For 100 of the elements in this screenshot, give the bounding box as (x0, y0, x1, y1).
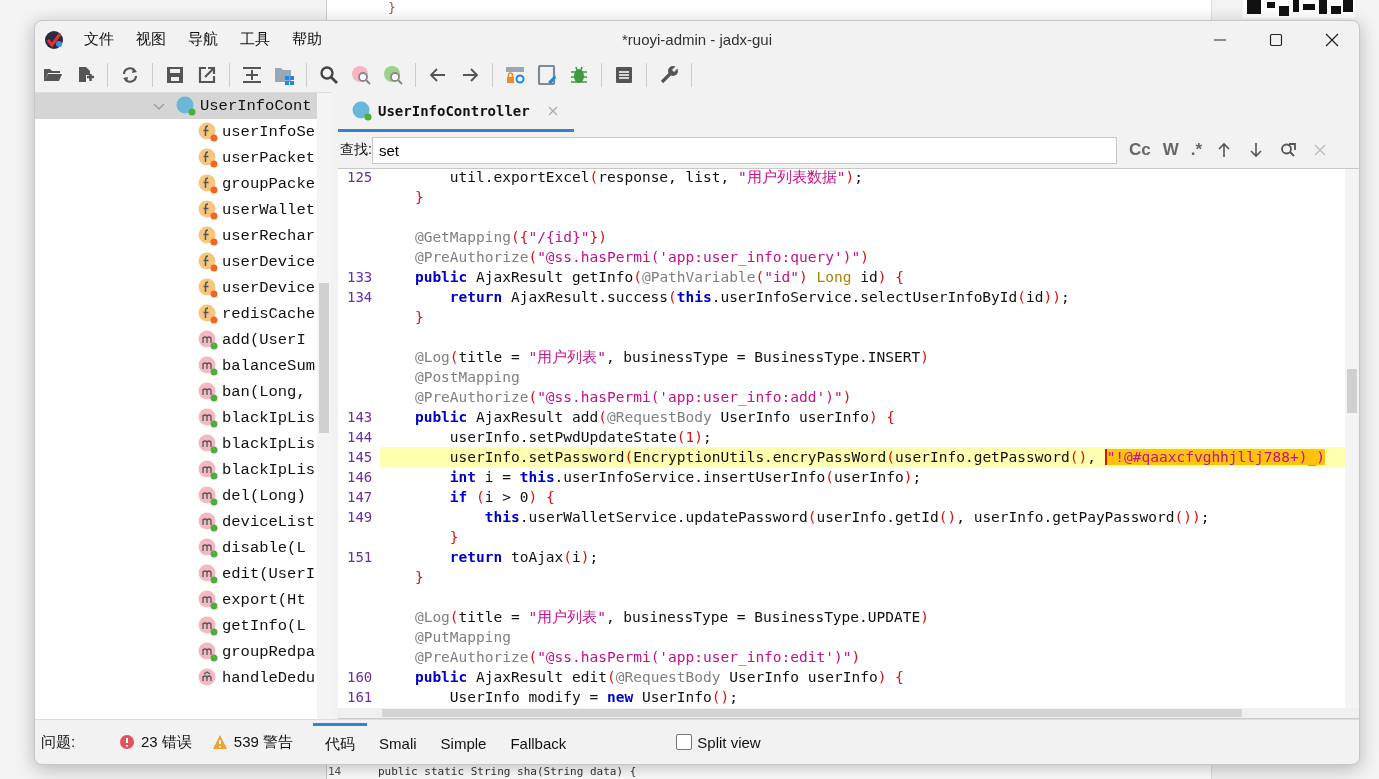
bracket: ()) (1174, 509, 1201, 525)
tree-item[interactable]: balanceSum (35, 353, 317, 379)
checkbox[interactable] (676, 734, 693, 750)
search-usage-icon[interactable] (383, 65, 403, 85)
field-icon (198, 148, 218, 168)
warning-text: 539 警告 (233, 732, 294, 752)
menu-item[interactable]: 导航 (188, 30, 218, 49)
log-icon[interactable] (614, 65, 634, 85)
tree-item[interactable]: blackIpLis (35, 457, 317, 483)
checkbox-label: Split view (697, 733, 761, 751)
bracket: ( (528, 649, 538, 665)
line-number: 143 (347, 409, 373, 425)
bracket: } (413, 189, 424, 205)
tree-item[interactable]: userDevice (35, 249, 317, 275)
tree-item[interactable]: userDevice (35, 275, 317, 301)
export-icon[interactable] (197, 65, 217, 85)
bracket: () (1069, 449, 1088, 465)
code-text: AjaxResult add (475, 409, 599, 425)
tree-item[interactable]: disable(L (35, 535, 317, 561)
code-text: AjaxResult getInfo (475, 269, 634, 285)
annotation: @GetMapping (413, 229, 511, 245)
tree-item[interactable]: blackIpLis (35, 431, 317, 457)
bracket: ( (449, 609, 459, 625)
maximize-icon[interactable] (1269, 32, 1283, 47)
code-text: id (859, 269, 878, 285)
method-icon (198, 382, 218, 402)
keyword: this (676, 289, 712, 305)
tree-item[interactable]: getInfo(L (35, 613, 317, 639)
tree-item[interactable]: UserInfoCont (35, 93, 317, 119)
string-literal: "id" (764, 269, 800, 285)
menu-item[interactable]: 工具 (240, 30, 270, 49)
bracket: ( (528, 389, 538, 405)
scrollbar[interactable] (1345, 169, 1359, 708)
menu-item[interactable]: 视图 (136, 30, 166, 49)
tree-item[interactable]: groupRedpa (35, 639, 317, 665)
wrench-icon[interactable] (659, 65, 679, 85)
annotation: @PutMapping (413, 629, 511, 645)
tree-item[interactable]: edit(UserI (35, 561, 317, 587)
scrollbar[interactable] (338, 708, 1359, 719)
search-icon[interactable] (319, 65, 339, 85)
close-icon[interactable] (1325, 32, 1339, 47)
option-toggle[interactable]: W (1156, 140, 1185, 160)
code-text: i > 0 (484, 489, 529, 505)
line-number: 146 (347, 469, 373, 485)
view-tab[interactable]: 代码 (313, 722, 368, 762)
code-text: userInfo (833, 469, 904, 485)
bracket: ) (845, 169, 855, 185)
tree-item[interactable]: add(UserI (35, 327, 317, 353)
view-tab[interactable]: Simple (428, 722, 499, 762)
menu-item[interactable]: 帮助 (292, 30, 322, 49)
keyword: return (448, 289, 503, 305)
save-icon[interactable] (165, 65, 185, 85)
lock-gear-icon[interactable] (505, 65, 525, 85)
tree-item[interactable]: blackIpLis (35, 405, 317, 431)
refresh-icon[interactable] (120, 65, 140, 85)
align-icon[interactable] (242, 65, 262, 85)
line-number: 161 (347, 689, 373, 705)
document-icon[interactable] (537, 65, 557, 85)
tree-item[interactable]: redisCache (35, 301, 317, 327)
search-field[interactable]: set (371, 136, 1117, 164)
view-tab[interactable]: Fallback (498, 722, 579, 762)
field-icon (198, 122, 218, 142)
field-icon (198, 304, 218, 324)
warning-count[interactable]: 539 警告 (211, 732, 294, 752)
find-icon[interactable] (1280, 142, 1296, 158)
method-icon (198, 486, 218, 506)
code-text: EncryptionUtils.encryPassWord (633, 449, 887, 465)
folder-grid-icon[interactable] (274, 65, 294, 85)
line-number: 144 (347, 429, 373, 445)
bug-icon[interactable] (569, 65, 589, 85)
code-text: UserInfo (640, 689, 712, 705)
menu-item[interactable]: 文件 (84, 30, 114, 49)
code-text: AjaxResult.success (509, 289, 669, 305)
tree-item[interactable]: userInfoSe (35, 119, 317, 145)
option-toggle[interactable]: .* (1184, 140, 1208, 160)
app-logo-icon (44, 29, 64, 50)
tree-item[interactable]: export(Ht (35, 587, 317, 613)
bracket: ( (1017, 289, 1027, 305)
code-text: UserInfo modify = (448, 689, 600, 705)
search-class-icon[interactable] (351, 65, 371, 85)
tree-item[interactable]: del(Long) (35, 483, 317, 509)
error-count[interactable]: 23 错误 (119, 732, 192, 752)
bracket: ( (668, 289, 677, 305)
tree-item[interactable]: groupPacke (35, 171, 317, 197)
tree-item[interactable]: deviceList (35, 509, 317, 535)
tree-item[interactable]: userRechar (35, 223, 317, 249)
up-arrow-icon[interactable] (1216, 142, 1232, 158)
error-text: 23 错误 (141, 732, 192, 752)
tree-item[interactable]: ban(Long, (35, 379, 317, 405)
scrollbar[interactable] (317, 93, 331, 719)
bracket: ( (607, 669, 616, 685)
editor-tab[interactable]: UserInfoController (338, 92, 574, 132)
tree-item[interactable]: userPacket (35, 145, 317, 171)
view-tab[interactable]: Smali (367, 722, 429, 762)
option-toggle[interactable]: Cc (1122, 140, 1157, 160)
tree-item[interactable]: userWallet (35, 197, 317, 223)
search-match: "!@#qaaxcfvghhjllj788+)_) (1104, 449, 1325, 465)
keyword: public (413, 269, 468, 285)
tree-item[interactable]: handleDedu (35, 665, 317, 691)
down-arrow-icon[interactable] (1248, 142, 1264, 158)
